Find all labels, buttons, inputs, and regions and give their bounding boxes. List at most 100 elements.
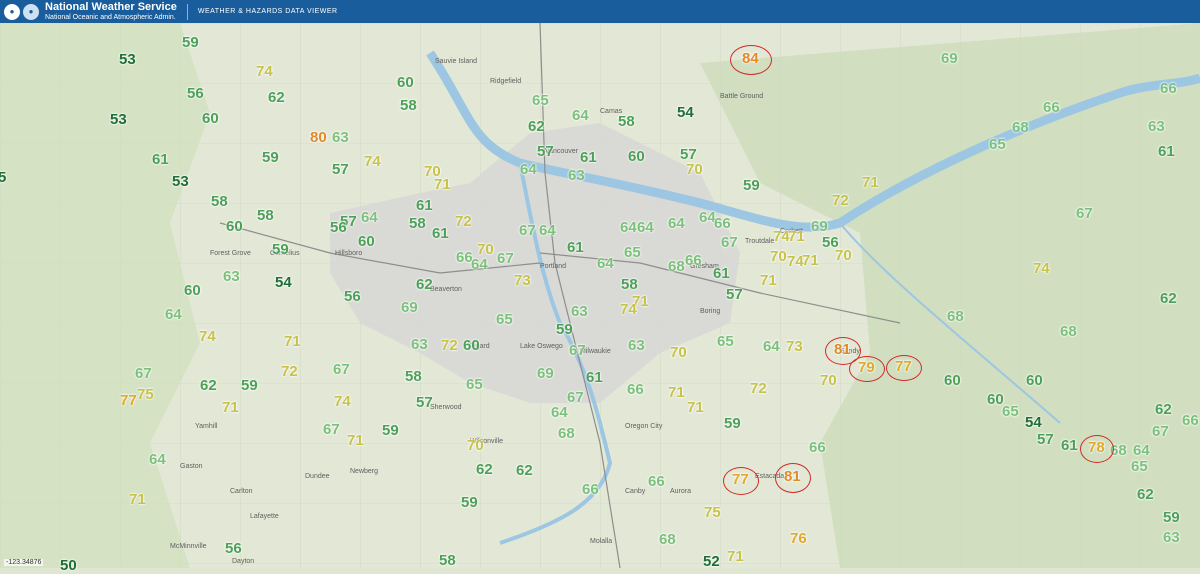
temp-reading[interactable]: 64 xyxy=(572,107,589,124)
temp-reading[interactable]: 62 xyxy=(1155,401,1172,418)
temp-reading[interactable]: 66 xyxy=(627,381,644,398)
temp-reading[interactable]: 71 xyxy=(434,176,451,193)
temp-reading[interactable]: 65 xyxy=(624,244,641,261)
temp-reading[interactable]: 63 xyxy=(571,303,588,320)
temp-reading[interactable]: 71 xyxy=(687,399,704,416)
temp-reading[interactable]: 58 xyxy=(618,113,635,130)
temp-reading[interactable]: 63 xyxy=(628,337,645,354)
temp-reading[interactable]: 68 xyxy=(947,308,964,325)
temp-reading[interactable]: 65 xyxy=(1131,458,1148,475)
temp-reading[interactable]: 69 xyxy=(811,218,828,235)
temp-reading[interactable]: 67 xyxy=(1152,423,1169,440)
temp-reading[interactable]: 53 xyxy=(172,173,189,190)
temp-reading[interactable]: 66 xyxy=(1182,412,1199,429)
temp-reading[interactable]: 59 xyxy=(382,422,399,439)
temp-reading[interactable]: 71 xyxy=(347,432,364,449)
temp-reading[interactable]: 68 xyxy=(668,258,685,275)
temp-reading[interactable]: 67 xyxy=(1076,205,1093,222)
temp-reading[interactable]: 64 xyxy=(763,338,780,355)
temp-reading[interactable]: 58 xyxy=(439,552,456,569)
temp-reading[interactable]: 60 xyxy=(184,282,201,299)
temp-reading[interactable]: 64 xyxy=(539,222,556,239)
temp-reading[interactable]: 61 xyxy=(1061,437,1078,454)
temp-reading[interactable]: 64 xyxy=(1133,442,1150,459)
temp-reading[interactable]: 70 xyxy=(820,372,837,389)
temp-reading[interactable]: 61 xyxy=(567,239,584,256)
temp-reading[interactable]: 56 xyxy=(225,540,242,557)
temp-reading[interactable]: 65 xyxy=(1002,403,1019,420)
temp-reading[interactable]: 73 xyxy=(514,272,531,289)
temp-reading[interactable]: 50 xyxy=(60,557,77,574)
temp-reading[interactable]: 66 xyxy=(685,252,702,269)
temp-reading[interactable]: 5 xyxy=(0,169,6,186)
nws-logo-icon[interactable]: ● xyxy=(4,3,20,20)
temp-reading[interactable]: 70 xyxy=(835,247,852,264)
temp-reading[interactable]: 69 xyxy=(401,299,418,316)
temp-reading[interactable]: 72 xyxy=(832,192,849,209)
temp-reading[interactable]: 67 xyxy=(323,421,340,438)
temp-reading[interactable]: 59 xyxy=(461,494,478,511)
temp-reading[interactable]: 67 xyxy=(519,222,536,239)
temp-reading[interactable]: 69 xyxy=(537,365,554,382)
temp-reading[interactable]: 74 xyxy=(256,63,273,80)
temp-reading[interactable]: 74 xyxy=(1033,260,1050,277)
temp-reading[interactable]: 56 xyxy=(344,288,361,305)
temp-reading[interactable]: 57 xyxy=(537,143,554,160)
temp-reading[interactable]: 62 xyxy=(1160,290,1177,307)
temp-reading[interactable]: 64 xyxy=(668,215,685,232)
temp-reading[interactable]: 59 xyxy=(272,241,289,258)
temp-reading[interactable]: 66 xyxy=(714,215,731,232)
temp-reading[interactable]: 58 xyxy=(400,97,417,114)
temp-reading[interactable]: 61 xyxy=(586,369,603,386)
temp-reading[interactable]: 72 xyxy=(455,213,472,230)
temp-reading[interactable]: 70 xyxy=(670,344,687,361)
temp-reading[interactable]: 60 xyxy=(1026,372,1043,389)
temp-reading[interactable]: 62 xyxy=(1137,486,1154,503)
temp-reading[interactable]: 68 xyxy=(659,531,676,548)
temp-reading[interactable]: 62 xyxy=(516,462,533,479)
noaa-logo-icon[interactable]: ● xyxy=(23,3,39,20)
temp-reading[interactable]: 54 xyxy=(677,104,694,121)
temp-reading[interactable]: 75 xyxy=(704,504,721,521)
temp-reading[interactable]: 74 xyxy=(620,301,637,318)
temp-reading[interactable]: 66 xyxy=(582,481,599,498)
temp-reading[interactable]: 56 xyxy=(330,219,347,236)
temp-reading[interactable]: 65 xyxy=(717,333,734,350)
temp-reading[interactable]: 58 xyxy=(405,368,422,385)
temp-reading[interactable]: 63 xyxy=(568,167,585,184)
temp-reading[interactable]: 53 xyxy=(110,111,127,128)
temp-reading[interactable]: 71 xyxy=(668,384,685,401)
temp-reading[interactable]: 54 xyxy=(1025,414,1042,431)
temp-reading[interactable]: 58 xyxy=(257,207,274,224)
temp-reading[interactable]: 64 xyxy=(597,255,614,272)
temp-reading[interactable]: 68 xyxy=(558,425,575,442)
temp-reading[interactable]: 64 xyxy=(637,219,654,236)
temp-reading[interactable]: 57 xyxy=(416,394,433,411)
temp-reading[interactable]: 71 xyxy=(129,491,146,508)
temp-reading[interactable]: 60 xyxy=(944,372,961,389)
temp-reading[interactable]: 71 xyxy=(788,228,805,245)
temp-reading[interactable]: 72 xyxy=(750,380,767,397)
temp-reading[interactable]: 73 xyxy=(786,338,803,355)
temp-reading[interactable]: 67 xyxy=(567,389,584,406)
temp-reading[interactable]: 59 xyxy=(262,149,279,166)
temp-reading[interactable]: 64 xyxy=(165,306,182,323)
temp-reading[interactable]: 66 xyxy=(809,439,826,456)
temp-reading[interactable]: 71 xyxy=(727,548,744,565)
temp-reading[interactable]: 80 xyxy=(310,129,327,146)
temp-reading[interactable]: 61 xyxy=(432,225,449,242)
temp-reading[interactable]: 67 xyxy=(135,365,152,382)
temp-reading[interactable]: 77 xyxy=(120,392,137,409)
temp-reading[interactable]: 61 xyxy=(1158,143,1175,160)
temp-reading[interactable]: 70 xyxy=(770,248,787,265)
temp-reading[interactable]: 62 xyxy=(268,89,285,106)
temp-reading[interactable]: 70 xyxy=(686,161,703,178)
temp-reading[interactable]: 67 xyxy=(497,250,514,267)
temp-reading[interactable]: 67 xyxy=(333,361,350,378)
temp-reading[interactable]: 63 xyxy=(411,336,428,353)
temp-reading[interactable]: 57 xyxy=(726,286,743,303)
temp-reading[interactable]: 67 xyxy=(569,342,586,359)
temp-reading[interactable]: 58 xyxy=(211,193,228,210)
temp-reading[interactable]: 63 xyxy=(1148,118,1165,135)
temp-reading[interactable]: 71 xyxy=(222,399,239,416)
